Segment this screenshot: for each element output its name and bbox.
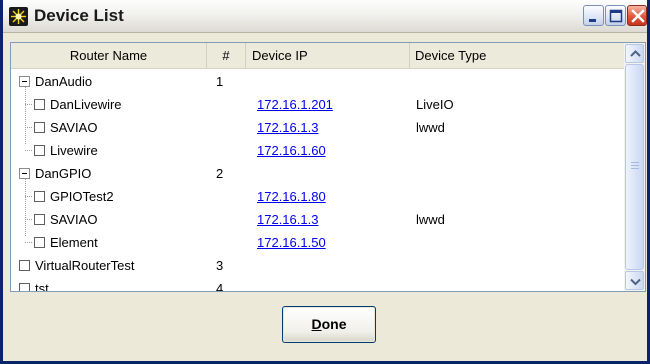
device-name: SAVIAO bbox=[50, 120, 98, 135]
device-tree-list[interactable]: Router Name # Device IP Device Type DanA… bbox=[10, 42, 646, 292]
device-checkbox[interactable] bbox=[34, 191, 45, 202]
router-name: VirtualRouterTest bbox=[35, 258, 135, 273]
scroll-up-button[interactable] bbox=[625, 44, 644, 63]
close-icon bbox=[631, 9, 645, 23]
starburst-icon bbox=[9, 7, 28, 26]
done-button-mnemonic: D bbox=[311, 316, 322, 332]
tree-row-router[interactable]: VirtualRouterTest 3 bbox=[11, 254, 624, 277]
router-name: DanGPIO bbox=[35, 166, 92, 181]
device-ip-link[interactable]: 172.16.1.80 bbox=[257, 185, 326, 208]
vertical-scrollbar[interactable] bbox=[624, 43, 645, 291]
column-header-row: Router Name # Device IP Device Type bbox=[11, 43, 624, 69]
tree-row-device[interactable]: Livewire 172.16.1.60 bbox=[11, 139, 624, 162]
device-list-window: Device List Router Name # Device IP Devi… bbox=[0, 0, 650, 364]
tree-row-router[interactable]: tst 4 bbox=[11, 277, 624, 292]
scroll-thumb[interactable] bbox=[625, 64, 644, 270]
minimize-button[interactable] bbox=[583, 5, 604, 26]
window-title: Device List bbox=[34, 6, 124, 25]
chevron-up-icon bbox=[630, 50, 641, 57]
done-button-label: one bbox=[321, 316, 347, 332]
grip-icon bbox=[631, 168, 639, 169]
device-ip-link[interactable]: 172.16.1.3 bbox=[257, 116, 318, 139]
device-checkbox[interactable] bbox=[34, 214, 45, 225]
close-button[interactable] bbox=[627, 5, 647, 26]
column-header-device-type[interactable]: Device Type bbox=[410, 43, 624, 68]
tree-row-device[interactable]: SAVIAO 172.16.1.3 lwwd bbox=[11, 208, 624, 231]
router-number: 4 bbox=[216, 281, 224, 292]
chevron-down-icon bbox=[630, 278, 641, 286]
device-name: SAVIAO bbox=[50, 212, 98, 227]
tree-row-device[interactable]: SAVIAO 172.16.1.3 lwwd bbox=[11, 116, 624, 139]
router-number: 3 bbox=[216, 258, 224, 273]
device-ip-link[interactable]: 172.16.1.60 bbox=[257, 139, 326, 162]
device-name: Livewire bbox=[50, 143, 98, 158]
router-checkbox[interactable] bbox=[19, 260, 30, 271]
device-ip-link[interactable]: 172.16.1.50 bbox=[257, 231, 326, 254]
router-number: 1 bbox=[216, 74, 224, 89]
device-type: LiveIO bbox=[416, 97, 454, 112]
device-checkbox[interactable] bbox=[34, 122, 45, 133]
done-button[interactable]: Done bbox=[282, 306, 376, 343]
device-name: DanLivewire bbox=[50, 97, 122, 112]
device-checkbox[interactable] bbox=[34, 237, 45, 248]
tree-row-device[interactable]: GPIOTest2 172.16.1.80 bbox=[11, 185, 624, 208]
tree-row-device[interactable]: Element 172.16.1.50 bbox=[11, 231, 624, 254]
tree-row-device[interactable]: DanLivewire 172.16.1.201 LiveIO bbox=[11, 93, 624, 116]
device-checkbox[interactable] bbox=[34, 99, 45, 110]
router-checkbox[interactable] bbox=[19, 283, 30, 291]
device-type: lwwd bbox=[416, 120, 445, 135]
router-number: 2 bbox=[216, 166, 224, 181]
device-ip-link[interactable]: 172.16.1.201 bbox=[257, 93, 333, 116]
maximize-button[interactable] bbox=[605, 5, 626, 26]
maximize-icon bbox=[609, 9, 623, 23]
collapse-toggle[interactable] bbox=[19, 168, 30, 179]
router-name: tst bbox=[35, 281, 49, 292]
device-checkbox[interactable] bbox=[34, 145, 45, 156]
device-ip-link[interactable]: 172.16.1.3 bbox=[257, 208, 318, 231]
collapse-toggle[interactable] bbox=[19, 76, 30, 87]
minimize-icon bbox=[589, 19, 596, 22]
scroll-down-button[interactable] bbox=[625, 271, 644, 290]
grip-icon bbox=[631, 165, 639, 166]
device-type: lwwd bbox=[416, 212, 445, 227]
tree-row-router[interactable]: DanGPIO 2 bbox=[11, 162, 624, 185]
grip-icon bbox=[631, 162, 639, 163]
tree-row-router[interactable]: DanAudio 1 bbox=[11, 70, 624, 93]
title-bar[interactable]: Device List bbox=[3, 0, 647, 33]
column-header-device-ip[interactable]: Device IP bbox=[246, 43, 410, 68]
router-name: DanAudio bbox=[35, 74, 93, 89]
device-name: Element bbox=[50, 235, 98, 250]
column-header-number[interactable]: # bbox=[207, 43, 246, 68]
column-header-router-name[interactable]: Router Name bbox=[11, 43, 207, 68]
device-name: GPIOTest2 bbox=[50, 189, 114, 204]
